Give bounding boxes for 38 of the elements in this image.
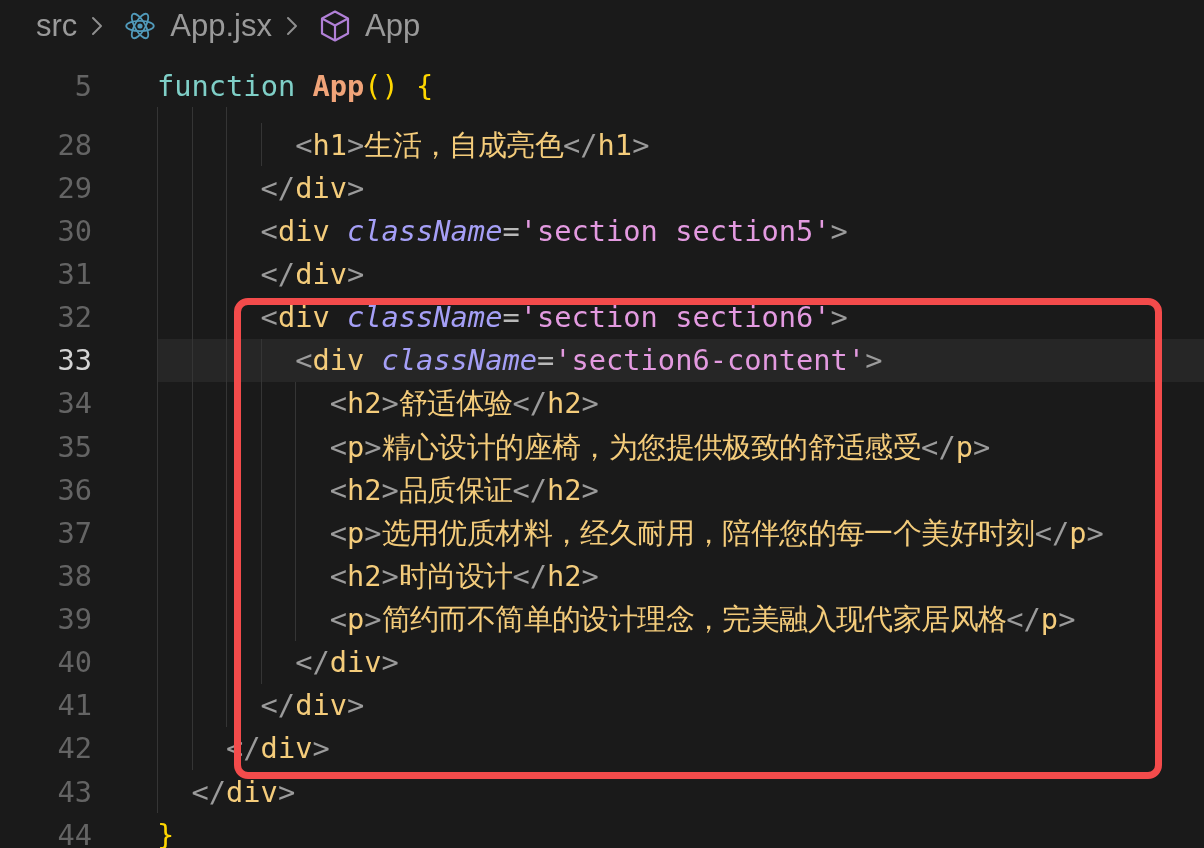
- line-number: 32: [57, 304, 92, 331]
- code-line: <div className='section6-content'>: [295, 347, 883, 374]
- line-number: 28: [57, 131, 92, 158]
- line-number: 39: [57, 606, 92, 633]
- line-number: 42: [57, 735, 92, 762]
- code-line: </div>: [191, 778, 296, 805]
- line-number: 44: [57, 821, 92, 848]
- code-line: <h2>品质保证</h2>: [329, 476, 599, 503]
- line-number: 36: [57, 476, 92, 503]
- atom-icon: [125, 11, 156, 41]
- line-number: 34: [57, 390, 92, 417]
- chevron-icon: [91, 16, 104, 36]
- code-line: <div className='section section6'>: [260, 304, 848, 331]
- line-number: 5: [74, 72, 92, 99]
- code-line: <p>简约而不简单的设计理念，完美融入现代家居风格</p>: [329, 606, 1076, 633]
- code-line: <div className='section section5'>: [260, 217, 848, 244]
- chevron-icon: [286, 16, 298, 36]
- line-number: 29: [57, 174, 92, 201]
- breadcrumb-item[interactable]: App.jsx: [125, 8, 272, 44]
- cube-icon: [320, 10, 350, 42]
- code-line: </div>: [260, 692, 365, 719]
- breadcrumb-item[interactable]: src: [36, 8, 78, 44]
- breadcrumb-item[interactable]: App: [320, 8, 421, 44]
- code-line: <h2>舒适体验</h2>: [329, 390, 599, 417]
- line-number: 30: [57, 217, 92, 244]
- line-number: 37: [57, 519, 92, 546]
- code-line: <h2>时尚设计</h2>: [329, 562, 599, 589]
- line-number: 31: [57, 261, 92, 288]
- line-number: 33: [57, 347, 92, 374]
- code-line: </div>: [260, 174, 365, 201]
- line-number: 35: [57, 433, 92, 460]
- line-number: 43: [57, 778, 92, 805]
- code-line: </div>: [260, 261, 365, 288]
- line-number: 41: [57, 692, 92, 719]
- code-line: <h1>生活，自成亮色</h1>: [295, 131, 650, 158]
- code-line: </div>: [295, 649, 399, 676]
- line-number: 38: [57, 562, 92, 589]
- line-number: 40: [57, 649, 92, 676]
